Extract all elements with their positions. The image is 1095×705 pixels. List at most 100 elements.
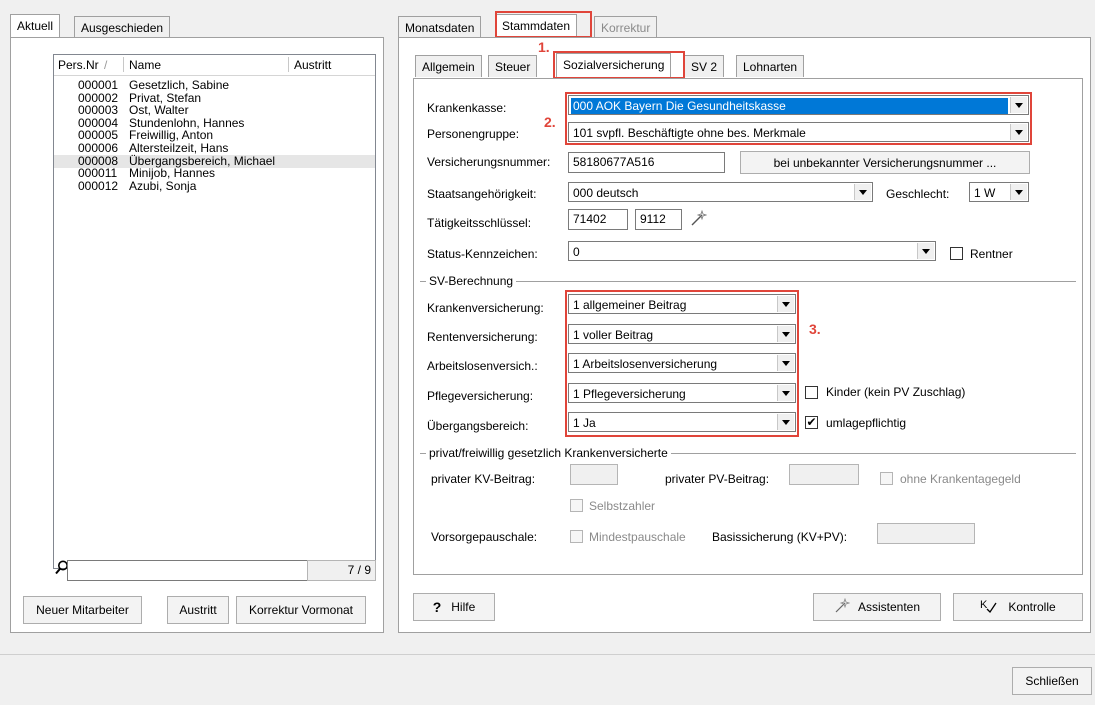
close-button[interactable]: Schließen bbox=[1012, 667, 1092, 695]
tab-stammdaten-label: Stammdaten bbox=[502, 19, 571, 33]
exit-button[interactable]: Austritt bbox=[167, 596, 229, 624]
chevron-down-icon[interactable] bbox=[1010, 184, 1027, 200]
vorsorge-label: Vorsorgepauschale: bbox=[431, 530, 538, 544]
subtab-sv2[interactable]: SV 2 bbox=[684, 55, 725, 77]
tab-monatsdaten[interactable]: Monatsdaten bbox=[398, 16, 482, 38]
privat-pv-input[interactable] bbox=[789, 464, 859, 485]
privat-kv-input[interactable] bbox=[570, 464, 618, 485]
subtab-lohnarten-label: Lohnarten bbox=[743, 60, 798, 74]
krankenkasse-select[interactable]: 000 AOK Bayern Die Gesundheitskasse bbox=[568, 95, 1029, 115]
ohne-ktg-label: ohne Krankentagegeld bbox=[900, 472, 1021, 486]
staat-select[interactable]: 000 deutsch bbox=[568, 182, 873, 202]
chevron-down-icon[interactable] bbox=[777, 355, 794, 371]
taet-wizard-button[interactable] bbox=[687, 209, 709, 230]
chevron-down-icon[interactable] bbox=[777, 296, 794, 312]
chevron-down-icon[interactable] bbox=[777, 414, 794, 430]
employee-list[interactable]: Pers.Nr / Name Austritt 000001 Gesetzlich… bbox=[53, 54, 376, 569]
kontrolle-label: Kontrolle bbox=[1008, 600, 1056, 614]
pv-select[interactable]: 1 Pflegeversicherung bbox=[568, 383, 796, 403]
tab-aktuell[interactable]: Aktuell bbox=[10, 14, 61, 38]
name-cell: Azubi, Sonja bbox=[129, 178, 197, 193]
correction-button[interactable]: Korrektur Vormonat bbox=[236, 596, 366, 624]
exit-label: Austritt bbox=[179, 603, 217, 617]
geschlecht-select[interactable]: 1 W bbox=[969, 182, 1029, 202]
basis-input[interactable] bbox=[877, 523, 975, 544]
ueb-value: 1 Ja bbox=[573, 416, 596, 430]
record-counter: 7 / 9 bbox=[307, 560, 376, 581]
col-austritt[interactable]: Austritt bbox=[294, 58, 331, 72]
new-employee-button[interactable]: Neuer Mitarbeiter bbox=[23, 596, 142, 624]
search-input[interactable] bbox=[67, 560, 310, 581]
personengruppe-select[interactable]: 101 svpfl. Beschäftigte ohne bes. Merkma… bbox=[568, 122, 1029, 142]
unknown-versnr-label: bei unbekannter Versicherungsnummer ... bbox=[773, 155, 997, 170]
tab-ausgeschieden[interactable]: Ausgeschieden bbox=[74, 16, 171, 38]
tab-aktuell-label: Aktuell bbox=[17, 19, 54, 33]
col-divider bbox=[288, 57, 289, 72]
krankenkasse-label: Krankenkasse: bbox=[427, 101, 507, 115]
subtab-steuer[interactable]: Steuer bbox=[488, 55, 538, 77]
list-item[interactable]: 000012 Azubi, Sonja bbox=[54, 178, 375, 193]
tab-stammdaten[interactable]: Stammdaten bbox=[495, 14, 578, 38]
rentner-checkbox[interactable] bbox=[950, 247, 963, 260]
sv-berechnung-group bbox=[420, 281, 1076, 282]
assistenten-button[interactable]: Assistenten bbox=[813, 593, 941, 621]
subtab-steuer-label: Steuer bbox=[495, 60, 531, 74]
status-select[interactable]: 0 bbox=[568, 241, 936, 261]
versnr-value: 58180677A516 bbox=[573, 155, 655, 169]
footer-separator bbox=[0, 654, 1095, 655]
taet-input-2[interactable]: 9112 bbox=[635, 209, 682, 230]
rv-label: Rentenversicherung: bbox=[427, 330, 538, 344]
rv-select[interactable]: 1 voller Beitrag bbox=[568, 324, 796, 344]
privat-pv-label: privater PV-Beitrag: bbox=[665, 472, 770, 486]
mindest-checkbox[interactable] bbox=[570, 530, 583, 543]
kv-value: 1 allgemeiner Beitrag bbox=[573, 298, 687, 312]
chevron-down-icon[interactable] bbox=[854, 184, 871, 200]
chevron-down-icon[interactable] bbox=[1010, 97, 1027, 113]
chevron-down-icon[interactable] bbox=[777, 385, 794, 401]
pv-value: 1 Pflegeversicherung bbox=[573, 387, 686, 401]
basis-label: Basissicherung (KV+PV): bbox=[712, 530, 848, 544]
list-header: Pers.Nr / Name Austritt bbox=[54, 55, 375, 76]
magic-wand-icon bbox=[834, 597, 851, 617]
geschlecht-label: Geschlecht: bbox=[886, 187, 950, 201]
chevron-down-icon[interactable] bbox=[917, 243, 934, 259]
subtab-lohnarten[interactable]: Lohnarten bbox=[736, 55, 805, 77]
taet-input-1[interactable]: 71402 bbox=[568, 209, 628, 230]
staat-value: 000 deutsch bbox=[573, 186, 639, 200]
rv-value: 1 voller Beitrag bbox=[573, 328, 654, 342]
versnr-label: Versicherungsnummer: bbox=[427, 155, 551, 169]
kinder-checkbox[interactable] bbox=[805, 386, 818, 399]
geschlecht-value: 1 W bbox=[974, 186, 996, 200]
unknown-versnr-button[interactable]: bei unbekannter Versicherungsnummer ... bbox=[740, 151, 1030, 174]
help-button[interactable]: ? Hilfe bbox=[413, 593, 495, 621]
subtab-sozialversicherung[interactable]: Sozialversicherung bbox=[556, 53, 672, 77]
taet-label: Tätigkeitsschlüssel: bbox=[427, 216, 532, 230]
kontrolle-button[interactable]: K Kontrolle bbox=[953, 593, 1083, 621]
chevron-down-icon[interactable] bbox=[1010, 124, 1027, 140]
chevron-down-icon[interactable] bbox=[777, 326, 794, 342]
selbstzahler-checkbox[interactable] bbox=[570, 499, 583, 512]
tab-korrektur[interactable]: Korrektur bbox=[594, 16, 658, 38]
av-select[interactable]: 1 Arbeitslosenversicherung bbox=[568, 353, 796, 373]
close-label: Schließen bbox=[1025, 674, 1079, 688]
umlage-label: umlagepflichtig bbox=[826, 416, 907, 430]
col-persnr[interactable]: Pers.Nr bbox=[58, 58, 99, 72]
mindest-label: Mindestpauschale bbox=[589, 530, 686, 544]
annotation-1: 1. bbox=[538, 39, 550, 55]
ohne-ktg-checkbox[interactable] bbox=[880, 472, 893, 485]
ueb-select[interactable]: 1 Ja bbox=[568, 412, 796, 432]
col-name[interactable]: Name bbox=[129, 58, 161, 72]
umlage-checkbox[interactable]: ✔ bbox=[805, 416, 818, 429]
kv-label: Krankenversicherung: bbox=[427, 301, 544, 315]
subtab-allgemein[interactable]: Allgemein bbox=[415, 55, 482, 77]
kv-select[interactable]: 1 allgemeiner Beitrag bbox=[568, 294, 796, 314]
taet-value-1: 71402 bbox=[573, 212, 607, 226]
employee-panel: Pers.Nr / Name Austritt 000001 Gesetzlich… bbox=[10, 37, 384, 633]
tab-ausgeschieden-label: Ausgeschieden bbox=[81, 21, 164, 35]
pv-label: Pflegeversicherung: bbox=[427, 389, 534, 403]
versnr-input[interactable]: 58180677A516 bbox=[568, 152, 725, 173]
correction-label: Korrektur Vormonat bbox=[248, 603, 354, 617]
persnr-cell: 000012 bbox=[78, 178, 119, 193]
taet-value-2: 9112 bbox=[640, 212, 666, 226]
subtab-sv2-label: SV 2 bbox=[691, 60, 718, 74]
